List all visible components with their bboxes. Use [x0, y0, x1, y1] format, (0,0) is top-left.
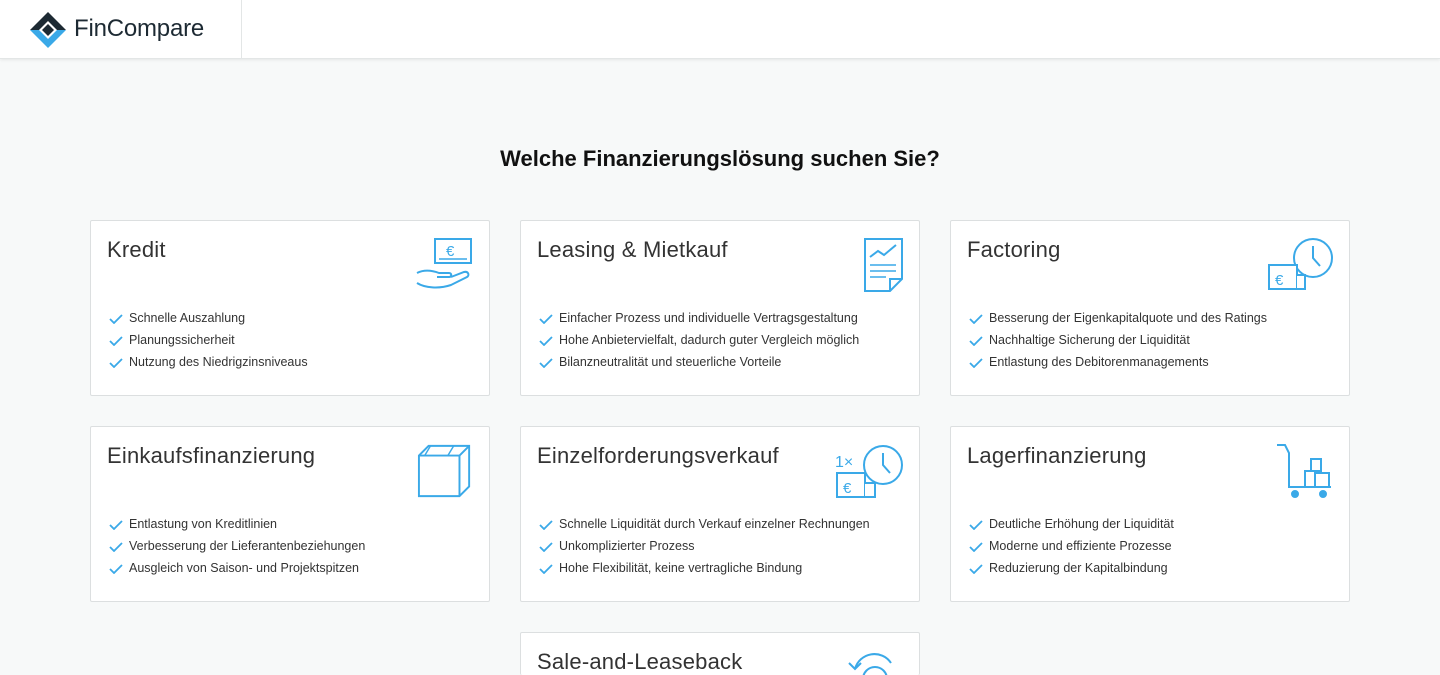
- benefit-list: Deutliche Erhöhung der Liquidität Modern…: [967, 513, 1174, 579]
- hand-money-icon: €: [416, 238, 472, 289]
- card-title: Factoring: [967, 237, 1061, 262]
- check-icon: [969, 358, 983, 368]
- benefit-item: Entlastung des Debitorenmanagements: [967, 351, 1267, 373]
- benefit-item: Reduzierung der Kapitalbindung: [967, 557, 1174, 579]
- check-icon: [539, 542, 553, 552]
- check-icon: [109, 564, 123, 574]
- benefit-item: Unkomplizierter Prozess: [537, 535, 870, 557]
- check-icon: [969, 520, 983, 530]
- check-icon: [109, 336, 123, 346]
- check-icon: [969, 564, 983, 574]
- benefit-item: Moderne und effiziente Prozesse: [967, 535, 1174, 557]
- card-title: Leasing & Mietkauf: [537, 237, 728, 262]
- contract-chart-icon: [864, 238, 903, 292]
- check-icon: [539, 358, 553, 368]
- benefit-item: Schnelle Auszahlung: [107, 307, 308, 329]
- check-icon: [109, 358, 123, 368]
- brand-name: FinCompare: [74, 15, 205, 42]
- site-header: FinCompare: [0, 0, 1440, 59]
- benefit-list: Besserung der Eigenkapitalquote und des …: [967, 307, 1267, 373]
- benefit-item: Entlastung von Kreditlinien: [107, 513, 365, 535]
- box-icon: [417, 444, 471, 498]
- product-card-leasing[interactable]: Leasing & Mietkauf Einfacher Prozess und…: [520, 220, 920, 396]
- check-icon: [539, 314, 553, 324]
- check-icon: [539, 336, 553, 346]
- card-title: Einkaufsfinanzierung: [107, 443, 316, 468]
- product-card-einkaufsfinanzierung[interactable]: Einkaufsfinanzierung Entlastung von Kred…: [90, 426, 490, 602]
- benefit-item: Nutzung des Niedrigzinsniveaus: [107, 351, 308, 373]
- benefit-item: Verbesserung der Lieferantenbeziehungen: [107, 535, 365, 557]
- benefit-item: Nachhaltige Sicherung der Liquidität: [967, 329, 1267, 351]
- logo-link[interactable]: FinCompare: [0, 0, 242, 59]
- check-icon: [109, 520, 123, 530]
- cart-boxes-icon: [1277, 444, 1331, 498]
- fincompare-logo-icon: [30, 12, 66, 48]
- product-card-lagerfinanzierung[interactable]: Lagerfinanzierung Deutliche Erhöhung der…: [950, 426, 1350, 602]
- check-icon: [109, 542, 123, 552]
- svg-text:€: €: [843, 480, 852, 497]
- check-icon: [969, 542, 983, 552]
- product-card-factoring[interactable]: Factoring € Besserung der Eigenkapitalqu…: [950, 220, 1350, 396]
- check-icon: [969, 336, 983, 346]
- benefit-item: Einfacher Prozess und individuelle Vertr…: [537, 307, 859, 329]
- benefit-item: Deutliche Erhöhung der Liquidität: [967, 513, 1174, 535]
- svg-text:€: €: [446, 243, 455, 260]
- benefit-item: Hohe Flexibilität, keine vertragliche Bi…: [537, 557, 870, 579]
- benefit-item: Besserung der Eigenkapitalquote und des …: [967, 307, 1267, 329]
- card-title: Sale-and-Leaseback: [537, 649, 743, 674]
- benefit-list: Schnelle Liquidität durch Verkauf einzel…: [537, 513, 870, 579]
- benefit-list: Entlastung von Kreditlinien Verbesserung…: [107, 513, 365, 579]
- svg-text:€: €: [1275, 272, 1284, 289]
- product-card-kredit[interactable]: Kredit € Schnelle Auszahlung Planungssic…: [90, 220, 490, 396]
- check-icon: [539, 564, 553, 574]
- benefit-list: Einfacher Prozess und individuelle Vertr…: [537, 307, 859, 373]
- card-title: Kredit: [107, 237, 166, 262]
- svg-text:1×: 1×: [835, 454, 853, 471]
- benefit-item: Hohe Anbietervielfalt, dadurch guter Ver…: [537, 329, 859, 351]
- invoice-clock-icon: €: [1268, 238, 1333, 290]
- benefit-item: Planungssicherheit: [107, 329, 308, 351]
- card-title: Lagerfinanzierung: [967, 443, 1147, 468]
- single-invoice-clock-icon: 1× €: [835, 445, 903, 498]
- benefit-item: Schnelle Liquidität durch Verkauf einzel…: [537, 513, 870, 535]
- benefit-item: Ausgleich von Saison- und Projektspitzen: [107, 557, 365, 579]
- check-icon: [539, 520, 553, 530]
- card-title: Einzelforderungsverkauf: [537, 443, 779, 468]
- benefit-item: Bilanzneutralität und steuerliche Vortei…: [537, 351, 859, 373]
- benefit-list: Schnelle Auszahlung Planungssicherheit N…: [107, 307, 308, 373]
- product-card-sale-and-leaseback[interactable]: Sale-and-Leaseback: [520, 632, 920, 675]
- product-card-einzelforderungsverkauf[interactable]: Einzelforderungsverkauf 1× € Schnelle Li…: [520, 426, 920, 602]
- check-icon: [969, 314, 983, 324]
- page-title: Welche Finanzierungslösung suchen Sie?: [500, 146, 940, 171]
- check-icon: [109, 314, 123, 324]
- leaseback-icon: [848, 653, 892, 675]
